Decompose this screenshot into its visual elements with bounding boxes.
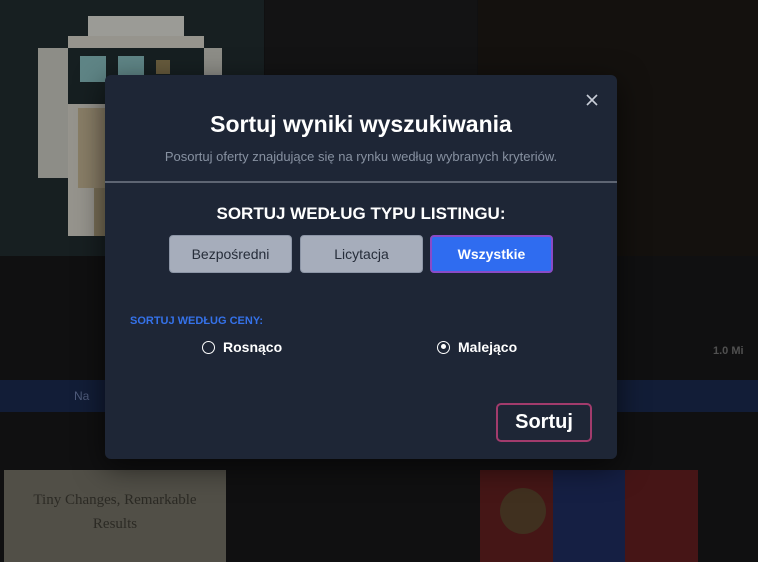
price-ascending-label: Rosnąco: [223, 339, 283, 355]
modal-subtitle: Posortuj oferty znajdujące się na rynku …: [164, 149, 558, 164]
listing-type-group: Bezpośredni Licytacja Wszystkie: [169, 235, 553, 273]
radio-checked-icon[interactable]: [437, 340, 450, 354]
listing-type-direct-button[interactable]: Bezpośredni: [169, 235, 292, 273]
price-ascending-option[interactable]: Rosnąco: [202, 338, 282, 356]
radio-unchecked-icon[interactable]: [202, 340, 215, 354]
listing-type-auction-button[interactable]: Licytacja: [300, 235, 423, 273]
price-descending-option[interactable]: Malejąco: [437, 338, 517, 356]
close-icon: [586, 94, 598, 106]
modal-title: Sortuj wyniki wyszukiwania: [210, 111, 512, 137]
divider: [105, 181, 617, 183]
price-descending-label: Malejąco: [458, 339, 518, 355]
price-sort-heading: SORTUJ WEDŁUG CENY:: [130, 315, 264, 327]
sort-modal: Sortuj wyniki wyszukiwania Posortuj ofer…: [105, 75, 617, 459]
sort-submit-button[interactable]: Sortuj: [496, 403, 592, 442]
listing-type-heading: SORTUJ WEDŁUG TYPU LISTINGU:: [216, 204, 506, 223]
listing-type-all-button[interactable]: Wszystkie: [430, 235, 553, 273]
close-button[interactable]: [581, 89, 603, 111]
